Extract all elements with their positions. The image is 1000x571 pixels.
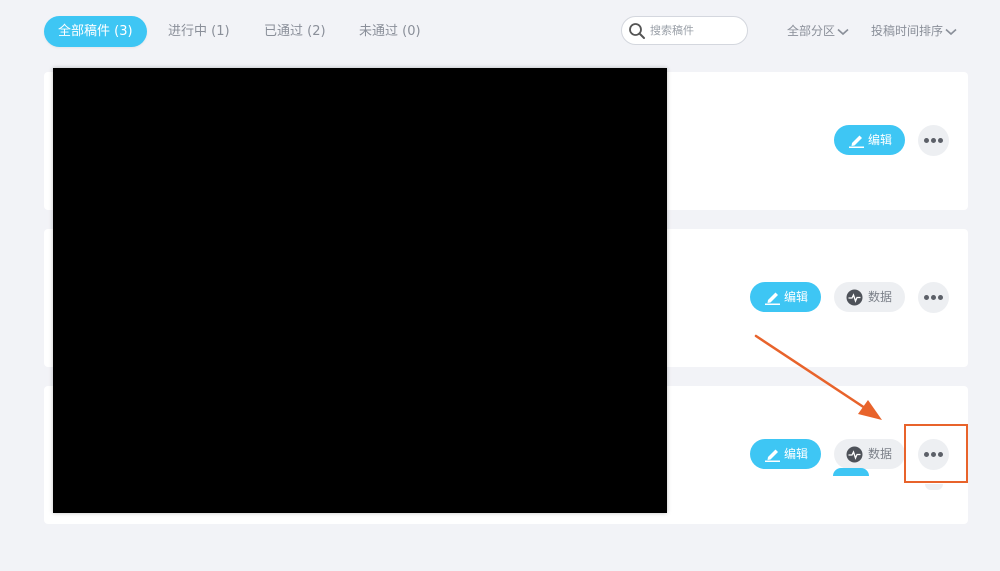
edit-button[interactable]: 编辑 [834, 125, 905, 155]
data-button-label: 数据 [868, 447, 893, 461]
edit-button-label: 编辑 [784, 447, 809, 461]
pulse-chart-icon [846, 446, 863, 463]
search-box[interactable] [621, 16, 748, 45]
data-button-label: 数据 [868, 290, 893, 304]
tab-approved[interactable]: 已通过 (2) [264, 16, 326, 47]
tab-in-progress[interactable]: 进行中 (1) [168, 16, 230, 47]
search-input[interactable] [650, 17, 744, 44]
annotation-arrow [754, 334, 882, 420]
edit-button[interactable]: 编辑 [750, 282, 821, 312]
pencil-icon [765, 292, 780, 305]
data-button[interactable]: 数据 [834, 439, 905, 469]
pencil-icon [849, 135, 864, 148]
sort-label: 投稿时间排序 [871, 24, 944, 38]
tab-rejected[interactable]: 未通过 (0) [359, 16, 421, 47]
more-options-button[interactable] [918, 282, 949, 313]
edit-button-label: 编辑 [784, 290, 809, 304]
tab-all-manuscripts[interactable]: 全部稿件 (3) [44, 16, 147, 47]
pencil-icon [765, 449, 780, 462]
chevron-down-icon [837, 28, 849, 35]
pulse-chart-icon [846, 289, 863, 306]
section-filter-label: 全部分区 [787, 24, 836, 38]
data-button[interactable]: 数据 [834, 282, 905, 312]
search-icon [629, 23, 645, 39]
tooltip-edge [833, 468, 869, 476]
more-options-button[interactable] [918, 125, 949, 156]
edit-button[interactable]: 编辑 [750, 439, 821, 469]
annotation-highlight-box [904, 424, 968, 483]
chevron-down-icon [945, 28, 957, 35]
sort-dropdown[interactable]: 投稿时间排序 [871, 22, 957, 40]
manuscript-toolbar: 全部稿件 (3) 进行中 (1) 已通过 (2) 未通过 (0) 全部分区 投稿… [0, 0, 1000, 64]
redaction-block [53, 68, 667, 513]
section-filter-dropdown[interactable]: 全部分区 [787, 22, 849, 40]
edit-button-label: 编辑 [868, 133, 893, 147]
